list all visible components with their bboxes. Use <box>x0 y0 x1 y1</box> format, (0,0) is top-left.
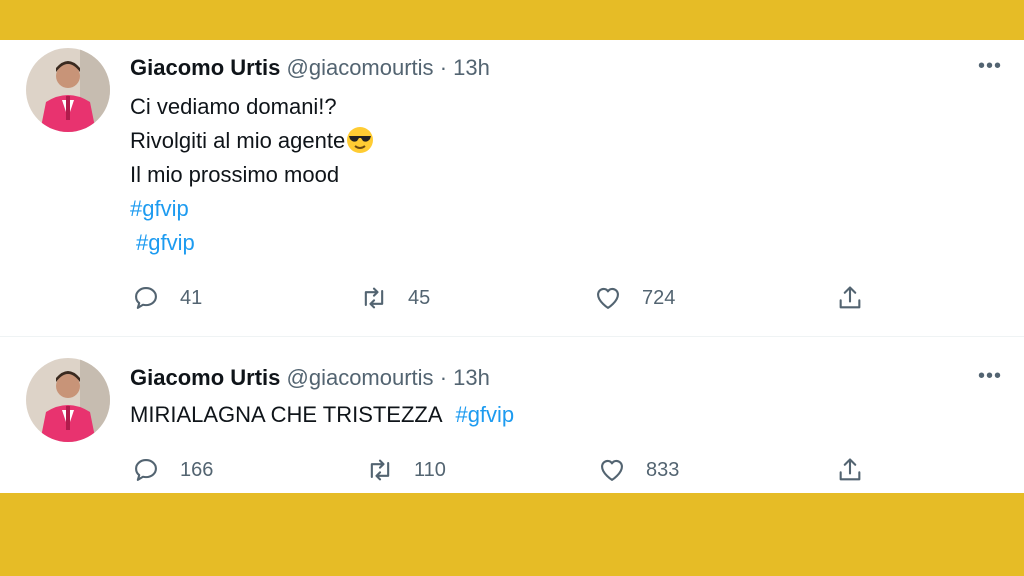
reply-button[interactable]: 166 <box>132 456 213 484</box>
tweet-line: Ci vediamo domani!? <box>130 94 337 119</box>
retweet-button[interactable]: 110 <box>366 456 446 484</box>
like-count: 833 <box>646 458 680 481</box>
share-icon <box>839 286 861 309</box>
tweet-header: Giacomo Urtis @giacomourtis · 13h <box>130 364 490 392</box>
user-handle[interactable]: @giacomourtis <box>287 365 434 390</box>
tweet-actions: 166 110 833 <box>0 456 1024 486</box>
more-icon[interactable]: ••• <box>974 56 1006 76</box>
tweet-line: Rivolgiti al mio agente <box>130 124 374 158</box>
like-count: 724 <box>642 286 676 309</box>
hashtag-link[interactable]: #gfvip <box>130 226 374 260</box>
retweet-button[interactable]: 45 <box>360 284 430 312</box>
retweet-count: 45 <box>408 286 431 309</box>
like-icon <box>597 287 619 309</box>
display-name[interactable]: Giacomo Urtis <box>130 365 280 390</box>
reply-count: 41 <box>180 286 203 309</box>
hashtag-link[interactable]: #gfvip <box>455 402 514 427</box>
retweet-count: 110 <box>414 458 446 481</box>
hashtag-link[interactable]: #gfvip <box>130 192 374 226</box>
tweet-line: MIRIALAGNA CHE TRISTEZZA <box>130 402 442 427</box>
tweet-divider <box>0 336 1024 337</box>
retweet-icon <box>364 287 384 309</box>
reply-icon <box>135 287 157 309</box>
like-button[interactable]: 724 <box>594 284 675 312</box>
timestamp[interactable]: 13h <box>453 55 490 80</box>
tweet-text: Ci vediamo domani!? Rivolgiti al mio age… <box>130 90 374 260</box>
tweet-text: MIRIALAGNA CHE TRISTEZZA #gfvip <box>130 398 514 432</box>
like-icon <box>601 459 623 481</box>
share-button[interactable] <box>836 456 864 484</box>
avatar[interactable] <box>26 358 110 442</box>
reply-count: 166 <box>180 458 214 481</box>
timestamp[interactable]: 13h <box>453 365 490 390</box>
reply-button[interactable]: 41 <box>132 284 202 312</box>
more-icon[interactable]: ••• <box>974 366 1006 386</box>
share-button[interactable] <box>836 284 864 312</box>
display-name[interactable]: Giacomo Urtis <box>130 55 280 80</box>
user-handle[interactable]: @giacomourtis <box>287 55 434 80</box>
avatar[interactable] <box>26 48 110 132</box>
like-button[interactable]: 833 <box>598 456 679 484</box>
tweet-line: Il mio prossimo mood <box>130 162 340 187</box>
sunglasses-emoji <box>347 127 374 153</box>
separator: · <box>439 365 448 390</box>
retweet-icon <box>370 459 390 481</box>
tweet-actions: 41 45 724 <box>0 284 1024 314</box>
separator: · <box>439 55 448 80</box>
tweet-header: Giacomo Urtis @giacomourtis · 13h <box>130 54 490 82</box>
share-icon <box>839 458 861 481</box>
reply-icon <box>135 459 157 481</box>
timeline-panel: Giacomo Urtis @giacomourtis · 13h ••• Ci… <box>0 40 1024 493</box>
